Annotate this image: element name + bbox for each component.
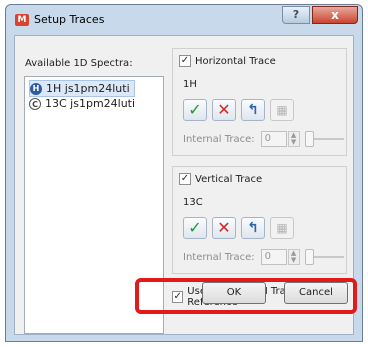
window-title: Setup Traces: [34, 13, 105, 26]
remove-icon[interactable]: ✕: [212, 217, 236, 239]
accept-icon[interactable]: ✓: [183, 217, 207, 239]
spectrum-item-label: 1H js1pm24luti: [46, 82, 130, 95]
horizontal-toolbar: ✓ ✕ ↰ ▦: [183, 99, 299, 121]
title-bar: M Setup Traces ? x: [6, 5, 362, 35]
reference-highlight-box: [135, 278, 357, 314]
vertical-nucleus-label: 13C: [183, 197, 203, 208]
grid-icon: ▦: [270, 217, 294, 239]
spectrum-item-1h[interactable]: H 1H js1pm24luti: [29, 80, 135, 97]
horizontal-trace-label: Horizontal Trace: [195, 55, 276, 67]
horizontal-internal-trace-row: Internal Trace: 0 ▲ ▼: [183, 131, 344, 147]
help-button[interactable]: ?: [282, 6, 310, 24]
horizontal-trace-group: ✓ Horizontal Trace 1H ✓ ✕ ↰ ▦ Internal T…: [172, 48, 347, 156]
internal-trace-slider-thumb: [304, 249, 314, 265]
vertical-trace-group: ✓ Vertical Trace 13C ✓ ✕ ↰ ▦ Internal Tr…: [172, 166, 347, 274]
import-arrow-icon[interactable]: ↰: [241, 217, 265, 239]
accept-icon[interactable]: ✓: [183, 99, 207, 121]
internal-trace-spinner: 0: [260, 249, 287, 265]
spinner-arrows-icon: ▲ ▼: [287, 131, 300, 147]
vertical-toolbar: ✓ ✕ ↰ ▦: [183, 217, 299, 239]
app-icon: M: [15, 14, 29, 26]
vertical-internal-trace-row: Internal Trace: 0 ▲ ▼: [183, 249, 344, 265]
carbon-spectrum-icon: C: [29, 98, 41, 110]
internal-trace-label: Internal Trace:: [183, 133, 255, 145]
grid-icon: ▦: [270, 99, 294, 121]
spectrum-item-13c[interactable]: C 13C js1pm24luti: [29, 96, 135, 111]
remove-icon[interactable]: ✕: [212, 99, 236, 121]
import-arrow-icon[interactable]: ↰: [241, 99, 265, 121]
horizontal-nucleus-label: 1H: [183, 79, 197, 90]
horizontal-trace-row[interactable]: ✓ Horizontal Trace: [179, 55, 276, 67]
spectra-list-label: Available 1D Spectra:: [25, 58, 133, 69]
spinner-arrows-icon: ▲ ▼: [287, 249, 300, 265]
internal-trace-label: Internal Trace:: [183, 251, 255, 263]
internal-trace-slider-track: [313, 256, 344, 258]
internal-trace-slider-thumb: [304, 131, 314, 147]
horizontal-trace-checkbox[interactable]: ✓: [179, 55, 191, 67]
internal-trace-spinner: 0: [260, 131, 287, 147]
internal-trace-slider-track: [313, 138, 344, 140]
vertical-trace-row[interactable]: ✓ Vertical Trace: [179, 173, 262, 185]
close-button[interactable]: x: [312, 6, 358, 24]
spectrum-item-label: 13C js1pm24luti: [45, 97, 136, 110]
vertical-trace-label: Vertical Trace: [195, 173, 263, 185]
vertical-trace-checkbox[interactable]: ✓: [179, 173, 191, 185]
hydrogen-spectrum-icon: H: [30, 83, 42, 95]
